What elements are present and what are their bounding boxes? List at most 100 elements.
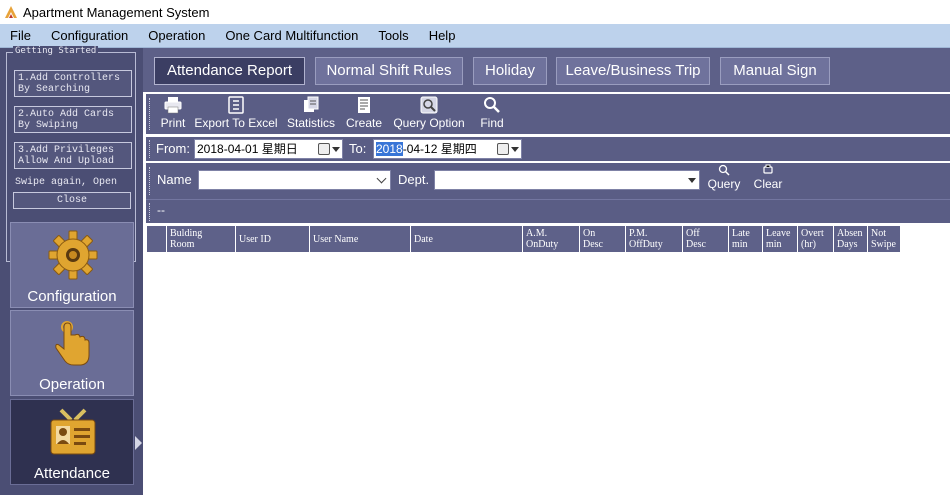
- menu-configuration[interactable]: Configuration: [41, 24, 138, 48]
- query-button[interactable]: Query: [704, 163, 744, 191]
- close-getting-started-button[interactable]: Close: [13, 192, 131, 209]
- date-bar-grip[interactable]: [149, 140, 152, 158]
- calendar-icon: [318, 143, 330, 155]
- title-bar: Apartment Management System: [0, 0, 950, 24]
- toolbar: Print Export To Excel Statistics Create …: [146, 94, 950, 134]
- eraser-icon: [763, 164, 773, 174]
- module-configuration[interactable]: Configuration: [10, 222, 134, 308]
- dept-select[interactable]: [434, 170, 700, 190]
- find-button[interactable]: Find: [476, 96, 508, 130]
- gear-icon: [48, 230, 98, 280]
- search-icon: [718, 164, 730, 176]
- attendance-grid-table: Bulding Room User ID User Name Date A.M.…: [146, 225, 901, 253]
- clear-label: Clear: [753, 177, 783, 191]
- export-to-excel-button[interactable]: Export To Excel: [194, 96, 278, 130]
- grid-col-not-swipe[interactable]: Not Swipe: [867, 225, 901, 253]
- query-option-label: Query Option: [393, 116, 465, 130]
- statistics-icon: [304, 96, 319, 112]
- grid-col-on-desc[interactable]: On Desc: [579, 225, 626, 253]
- chevron-down-icon: [332, 147, 340, 152]
- menu-bar: File Configuration Operation One Card Mu…: [0, 24, 950, 48]
- to-date-year-selected: 2018: [376, 142, 403, 156]
- create-button[interactable]: Create: [345, 96, 383, 130]
- menu-file[interactable]: File: [0, 24, 41, 48]
- id-badge-icon: [50, 408, 96, 455]
- getting-started-step-2[interactable]: 2.Auto Add Cards By Swiping: [14, 106, 132, 133]
- getting-started-step-3[interactable]: 3.Add Privileges Allow And Upload: [14, 142, 132, 169]
- module-operation[interactable]: Operation: [10, 310, 134, 396]
- tab-leave-business-trip[interactable]: Leave/Business Trip: [556, 57, 710, 85]
- calendar-icon: [497, 143, 509, 155]
- grid-col-off-desc[interactable]: Off Desc: [682, 225, 729, 253]
- dept-label: Dept.: [398, 172, 430, 187]
- grid-col-am-onduty[interactable]: A.M. OnDuty: [522, 225, 580, 253]
- getting-started-step-1[interactable]: 1.Add Controllers By Searching: [14, 70, 132, 97]
- grid-col-overtime-hr[interactable]: Overt (hr): [797, 225, 834, 253]
- clear-button[interactable]: Clear: [750, 163, 786, 191]
- status-bar-grip[interactable]: [149, 203, 152, 221]
- main-panel: Attendance Report Normal Shift Rules Hol…: [143, 48, 950, 495]
- to-label: To:: [349, 141, 367, 156]
- grid-col-user-id[interactable]: User ID: [235, 225, 310, 253]
- statistics-label: Statistics: [286, 116, 335, 130]
- menu-one-card-multifunction[interactable]: One Card Multifunction: [215, 24, 368, 48]
- tab-holiday[interactable]: Holiday: [473, 57, 547, 85]
- chevron-down-icon: [376, 173, 387, 184]
- toolbar-grip[interactable]: [149, 98, 152, 130]
- filter-bar-grip[interactable]: [149, 167, 152, 195]
- grid-header-row-selector[interactable]: [146, 225, 167, 253]
- date-range-bar: From: 2018-04-01 星期日 To: 2018-04-12 星期四: [146, 137, 950, 161]
- attendance-grid: Bulding Room User ID User Name Date A.M.…: [146, 225, 902, 253]
- find-icon: [484, 97, 500, 113]
- chevron-down-icon: [511, 147, 519, 152]
- menu-operation[interactable]: Operation: [138, 24, 215, 48]
- tab-bar: Attendance Report Normal Shift Rules Hol…: [143, 48, 950, 92]
- tab-attendance-report[interactable]: Attendance Report: [154, 57, 305, 85]
- grid-col-absent-days[interactable]: Absen Days: [833, 225, 868, 253]
- module-attendance[interactable]: Attendance: [10, 399, 142, 485]
- tab-normal-shift-rules[interactable]: Normal Shift Rules: [315, 57, 463, 85]
- module-attendance-label: Attendance: [34, 465, 110, 482]
- menu-help[interactable]: Help: [419, 24, 466, 48]
- app-logo-icon: [5, 6, 17, 18]
- to-date-picker[interactable]: 2018-04-12 星期四: [373, 139, 522, 159]
- grid-col-building-room[interactable]: Bulding Room: [166, 225, 236, 253]
- grid-header-row: Bulding Room User ID User Name Date A.M.…: [146, 225, 901, 253]
- status-bar: --: [146, 199, 950, 223]
- swipe-again-text: Swipe again, Open: [15, 177, 118, 188]
- create-icon: [358, 97, 370, 113]
- tab-manual-sign[interactable]: Manual Sign: [720, 57, 830, 85]
- printer-icon: [164, 97, 182, 114]
- create-label: Create: [345, 116, 383, 130]
- grid-col-pm-offduty[interactable]: P.M. OffDuty: [625, 225, 683, 253]
- grid-col-late-min[interactable]: Late min: [728, 225, 763, 253]
- from-date-value: 2018-04-01 星期日: [197, 142, 298, 156]
- grid-col-user-name[interactable]: User Name: [309, 225, 411, 253]
- query-label: Query: [707, 177, 741, 191]
- find-label: Find: [480, 116, 504, 130]
- print-label: Print: [160, 116, 186, 130]
- name-label: Name: [157, 172, 192, 187]
- active-indicator-arrow: [135, 436, 142, 450]
- excel-icon: [228, 96, 244, 114]
- app-window: Apartment Management System File Configu…: [0, 0, 950, 495]
- grid-col-leave-min[interactable]: Leave min: [762, 225, 798, 253]
- statistics-button[interactable]: Statistics: [286, 96, 336, 130]
- export-to-excel-label: Export To Excel: [194, 116, 278, 130]
- to-date-rest: -04-12 星期四: [402, 142, 477, 156]
- status-text: --: [157, 203, 165, 217]
- from-label: From:: [156, 141, 190, 156]
- getting-started-title: Getting Started: [13, 46, 99, 56]
- from-date-picker[interactable]: 2018-04-01 星期日: [194, 139, 343, 159]
- name-select[interactable]: [198, 170, 391, 190]
- window-title: Apartment Management System: [23, 4, 210, 20]
- sidebar: Getting Started 1.Add Controllers By Sea…: [0, 46, 143, 495]
- hand-pointer-icon: [55, 321, 90, 366]
- grid-col-date[interactable]: Date: [410, 225, 523, 253]
- module-configuration-label: Configuration: [27, 288, 117, 305]
- menu-tools[interactable]: Tools: [368, 24, 418, 48]
- query-option-icon: [420, 96, 438, 114]
- filter-bar: Name Dept. Query Clear: [146, 163, 950, 199]
- print-button[interactable]: Print: [156, 96, 190, 130]
- query-option-button[interactable]: Query Option: [391, 96, 467, 130]
